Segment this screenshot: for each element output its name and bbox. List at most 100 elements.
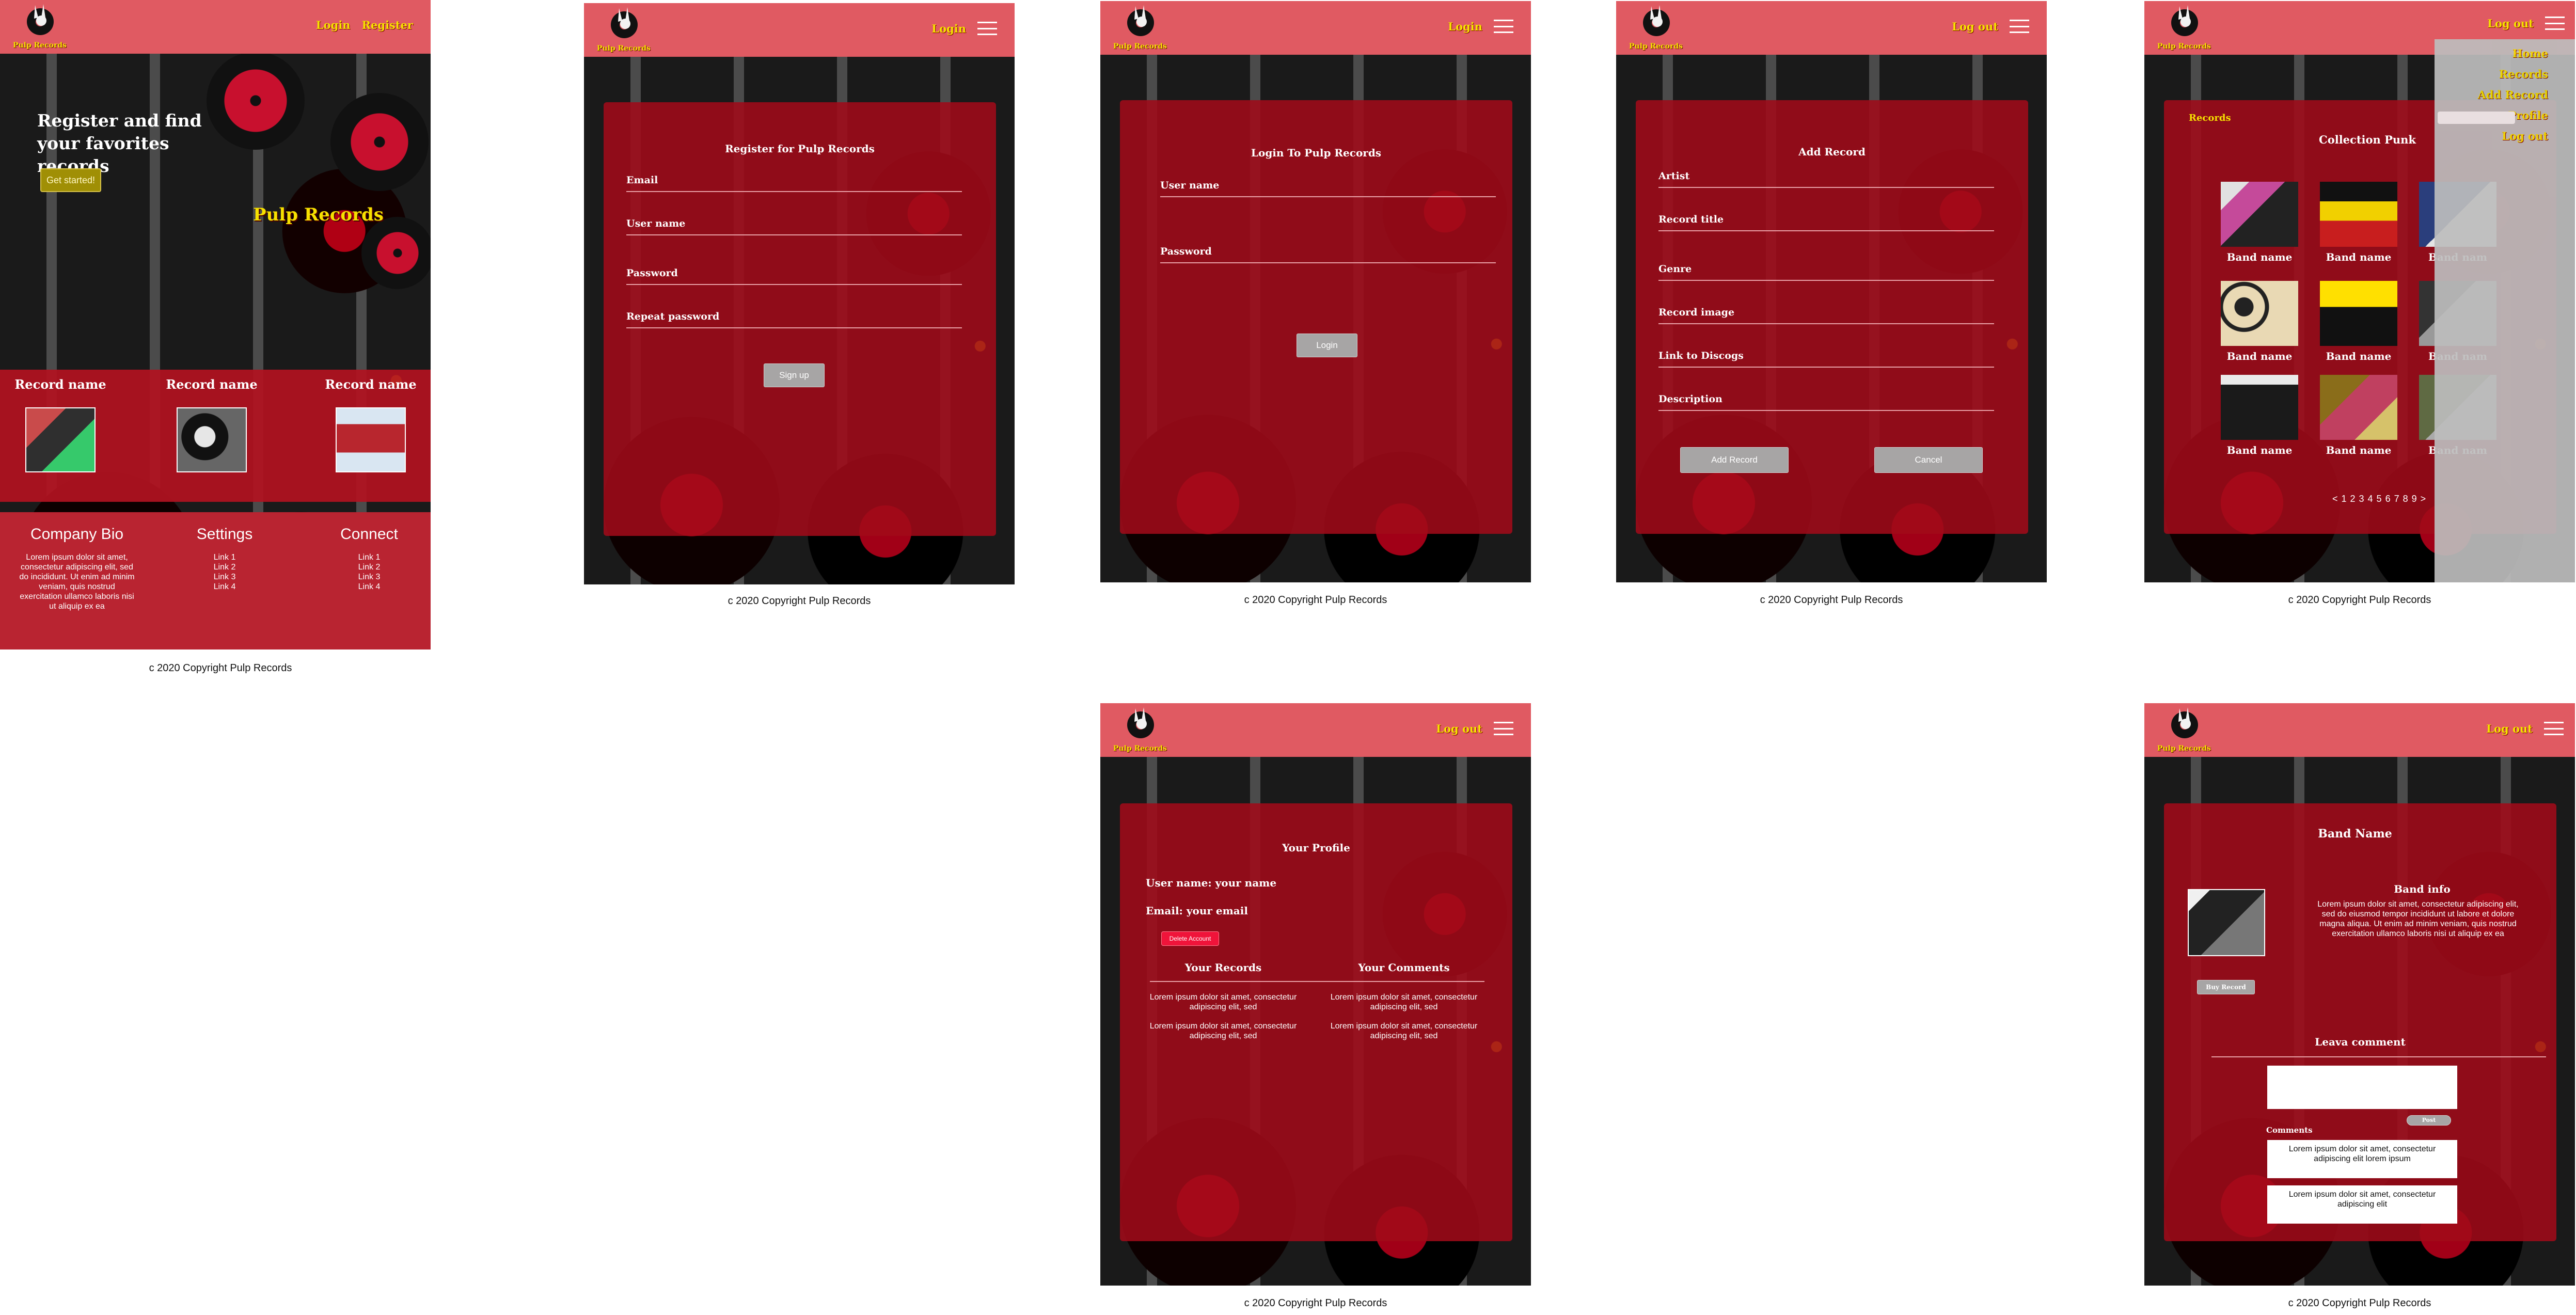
home-footer: Company Bio Lorem ipsum dolor sit amet, …	[0, 512, 431, 649]
record-cover	[2320, 375, 2397, 440]
nav-logout-link[interactable]: Log out	[1952, 20, 1998, 33]
drawer-search-input[interactable]	[2438, 112, 2515, 124]
logo[interactable]: Pulp Records	[11, 2, 68, 51]
record-cover	[2221, 281, 2298, 346]
record-grid-item[interactable]: Band name	[2320, 281, 2397, 362]
menu-icon[interactable]	[2545, 17, 2565, 30]
logo[interactable]: Pulp Records	[2156, 705, 2212, 754]
record-grid-item[interactable]: Band name	[2320, 182, 2397, 263]
menu-icon[interactable]	[1494, 20, 1513, 33]
profile-username: User name: your name	[1146, 877, 1277, 889]
record-card[interactable]: Record name	[152, 377, 271, 472]
password-field[interactable]: Password	[626, 267, 962, 285]
header: Pulp Records Log out	[1616, 1, 2047, 55]
username-field[interactable]: User name	[626, 218, 962, 235]
drawer-add-record-link[interactable]: Add Record	[2435, 85, 2575, 105]
record-cover	[2320, 281, 2397, 346]
comment-input[interactable]	[2267, 1066, 2457, 1109]
buy-record-button[interactable]: Buy Record	[2197, 980, 2255, 994]
logo[interactable]: Pulp Records	[595, 5, 652, 54]
record-entry[interactable]: Lorem ipsum dolor sit amet, consectetur …	[1146, 992, 1301, 1012]
settings-link-1[interactable]: Link 1	[165, 552, 284, 562]
cancel-button[interactable]: Cancel	[1874, 447, 1983, 473]
discogs-link-field[interactable]: Link to Discogs	[1658, 350, 1994, 368]
home-frame: Pulp Records Login Register Register and…	[0, 0, 431, 649]
connect-link-3[interactable]: Link 3	[310, 572, 429, 582]
record-grid-item[interactable]: Band name	[2221, 281, 2298, 362]
header: Pulp Records Login	[584, 3, 1015, 57]
record-title-field[interactable]: Record title	[1658, 214, 1994, 231]
record-entry[interactable]: Lorem ipsum dolor sit amet, consectetur …	[1146, 1021, 1301, 1041]
record-grid-item[interactable]: Band name	[2320, 375, 2397, 456]
hero-brand: Pulp Records	[253, 204, 384, 225]
connect-link-1[interactable]: Link 1	[310, 552, 429, 562]
logo[interactable]: Pulp Records	[1627, 3, 1684, 52]
connect-links: Connect Link 1 Link 2 Link 3 Link 4	[310, 526, 429, 592]
band-photo	[2188, 889, 2265, 956]
rabbit-logo-icon	[1643, 5, 1670, 36]
top-nav: Log out	[1436, 722, 1513, 735]
genre-label: Genre	[1658, 263, 1692, 275]
record-image-field[interactable]: Record image	[1658, 307, 1994, 324]
artist-field[interactable]: Artist	[1658, 170, 1994, 188]
profile-copyright: c 2020 Copyright Pulp Records	[1244, 1297, 1387, 1309]
drawer-home-link[interactable]: Home	[2435, 43, 2575, 64]
records-section-label[interactable]: Records	[2189, 113, 2231, 123]
connect-link-2[interactable]: Link 2	[310, 562, 429, 572]
comment-entry[interactable]: Lorem ipsum dolor sit amet, consectetur …	[1326, 1021, 1481, 1041]
top-nav: Log out	[2487, 17, 2565, 30]
menu-icon[interactable]	[1494, 722, 1513, 735]
record-card[interactable]: Record name	[1, 377, 120, 472]
connect-link-4[interactable]: Link 4	[310, 582, 429, 592]
username-field[interactable]: User name	[1160, 180, 1496, 197]
nav-logout-link[interactable]: Log out	[1436, 722, 1482, 735]
header: Pulp Records Log out	[1100, 703, 1531, 757]
record-grid-item[interactable]: Band name	[2221, 182, 2298, 263]
password-field[interactable]: Password	[1160, 246, 1496, 263]
logo[interactable]: Pulp Records	[1112, 3, 1168, 52]
drawer-logout-link[interactable]: Log out	[2435, 126, 2575, 147]
collection-title: Collection Punk	[2319, 133, 2416, 146]
add-record-frame: Pulp Records Log out Add Record Artist R…	[1616, 1, 2047, 582]
logo-text: Pulp Records	[2157, 42, 2211, 51]
logo[interactable]: Pulp Records	[1112, 705, 1168, 754]
hero-record-art-2	[330, 93, 429, 191]
get-started-button[interactable]: Get started!	[40, 168, 101, 192]
rabbit-logo-icon	[27, 4, 54, 35]
description-field[interactable]: Description	[1658, 393, 1994, 411]
sign-up-button[interactable]: Sign up	[764, 363, 825, 387]
email-field[interactable]: Email	[626, 175, 962, 192]
record-grid-item[interactable]: Band name	[2221, 375, 2298, 456]
nav-login-link[interactable]: Login	[1448, 20, 1482, 33]
drawer-records-link[interactable]: Records	[2435, 64, 2575, 85]
record-image-label: Record image	[1658, 307, 1735, 318]
comment-entry[interactable]: Lorem ipsum dolor sit amet, consectetur …	[1326, 992, 1481, 1012]
menu-icon[interactable]	[2544, 722, 2564, 735]
add-record-button[interactable]: Add Record	[1680, 447, 1789, 473]
nav-logout-link[interactable]: Log out	[2487, 17, 2534, 30]
menu-icon[interactable]	[2010, 20, 2029, 33]
menu-icon[interactable]	[977, 22, 997, 35]
settings-link-3[interactable]: Link 3	[165, 572, 284, 582]
username-label: User name	[1160, 180, 1220, 191]
nav-login-link[interactable]: Login	[316, 19, 351, 31]
settings-link-4[interactable]: Link 4	[165, 582, 284, 592]
delete-account-button[interactable]: Delete Account	[1161, 931, 1219, 946]
nav-register-link[interactable]: Register	[362, 19, 413, 31]
login-button[interactable]: Login	[1297, 334, 1357, 357]
logo-text: Pulp Records	[1113, 42, 1167, 51]
nav-logout-link[interactable]: Log out	[2486, 722, 2533, 735]
genre-field[interactable]: Genre	[1658, 263, 1994, 281]
nav-login-link[interactable]: Login	[931, 22, 966, 35]
logo[interactable]: Pulp Records	[2156, 3, 2212, 52]
post-button[interactable]: Post	[2407, 1115, 2451, 1126]
record-card[interactable]: Record name	[311, 377, 430, 472]
top-nav: Login	[931, 22, 997, 35]
band-name: Band name	[2226, 444, 2293, 456]
logo-text: Pulp Records	[12, 41, 67, 50]
pagination[interactable]: < 1 2 3 4 5 6 7 8 9 >	[2332, 494, 2426, 504]
settings-link-2[interactable]: Link 2	[165, 562, 284, 572]
record-name: Record name	[166, 377, 258, 392]
rabbit-logo-icon	[2171, 707, 2198, 738]
repeat-password-field[interactable]: Repeat password	[626, 311, 962, 328]
